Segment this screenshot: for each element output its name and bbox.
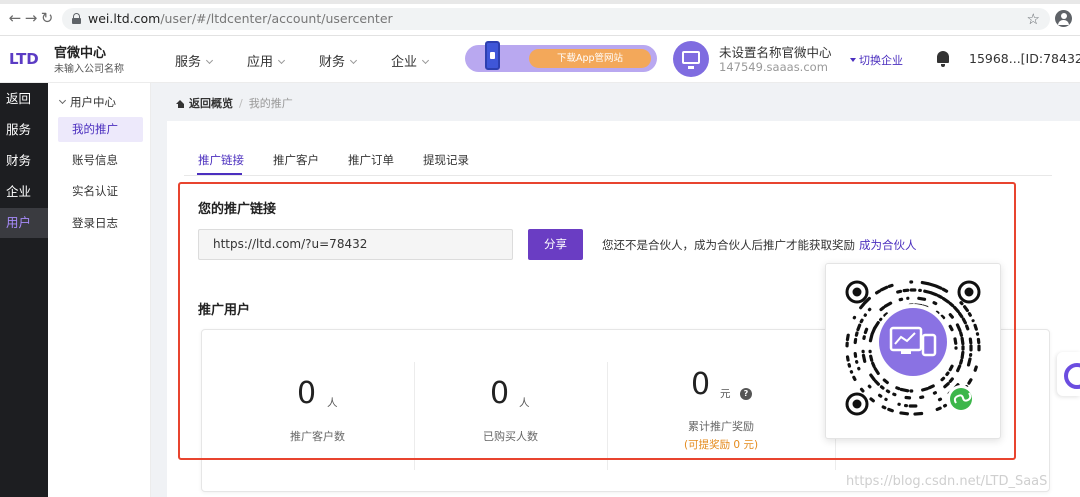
home-icon [176, 100, 185, 108]
browser-profile-icon[interactable] [1055, 10, 1072, 27]
breadcrumb-back[interactable]: 返回概览 [189, 97, 233, 110]
sub-item-login-log[interactable]: 登录日志 [58, 211, 143, 236]
sidebar-item-service[interactable]: 服务 [0, 115, 48, 145]
breadcrumb-current: 我的推广 [248, 97, 293, 110]
chevron-down-icon [205, 56, 214, 65]
org-avatar[interactable] [673, 41, 709, 77]
sub-item-real-name[interactable]: 实名认证 [58, 179, 143, 204]
watermark: https://blog.csdn.net/LTD_SaaS [846, 474, 1048, 489]
menu-enterprise[interactable]: 企业 [391, 51, 430, 70]
sub-item-my-promotion[interactable]: 我的推广 [58, 117, 143, 142]
address-bar[interactable]: wei.ltd.com/user/#/ltdcenter/account/use… [62, 8, 1050, 30]
chevron-down-icon [58, 96, 67, 105]
sidebar-item-user[interactable]: 用户 [0, 208, 48, 238]
menu-finance[interactable]: 财务 [319, 51, 358, 70]
tab-promo-customers[interactable]: 推广客户 [273, 152, 319, 168]
chevron-down-icon [421, 56, 430, 65]
phone-icon [485, 41, 500, 70]
tab-withdraw-records[interactable]: 提现记录 [423, 152, 469, 168]
menu-apps[interactable]: 应用 [247, 51, 286, 70]
lock-icon [72, 13, 81, 24]
sidebar-item-finance[interactable]: 财务 [0, 146, 48, 176]
breadcrumb-separator: / [239, 97, 243, 110]
address-url: wei.ltd.com/user/#/ltdcenter/account/use… [88, 11, 393, 26]
chevron-down-icon [349, 56, 358, 65]
sub-sidebar-group[interactable]: 用户中心 [58, 94, 116, 110]
tab-promo-link[interactable]: 推广链接 [198, 152, 244, 168]
app-header: LTD 官微中心 未输入公司名称 服务 应用 财务 企业 下载App管网站 未设… [0, 36, 1080, 83]
monitor-icon [682, 51, 700, 69]
browser-toolbar: ← → ↻ wei.ltd.com/user/#/ltdcenter/accou… [0, 0, 1080, 36]
mini-program-qr-code [845, 280, 981, 416]
customer-service-icon[interactable] [1057, 352, 1080, 396]
main-sidebar: 返回 服务 财务 企业 用户 [0, 83, 48, 497]
download-app-button[interactable]: 下载App管网站 [529, 49, 651, 68]
bookmark-star-icon[interactable]: ☆ [1027, 10, 1040, 28]
active-tab-indicator [197, 173, 242, 175]
brand-subtitle: 未输入公司名称 [54, 64, 124, 75]
menu-service[interactable]: 服务 [175, 51, 214, 70]
reload-icon[interactable]: ↻ [38, 9, 56, 27]
brand-title: 官微中心 [54, 46, 107, 61]
sidebar-item-enterprise[interactable]: 企业 [0, 177, 48, 207]
bell-icon[interactable] [936, 50, 950, 68]
ltd-logo[interactable]: LTD [9, 50, 39, 68]
tabs-divider [184, 175, 1052, 176]
browser-tab-strip [0, 0, 1080, 4]
sidebar-item-back[interactable]: 返回 [0, 84, 48, 114]
tab-promo-orders[interactable]: 推广订单 [348, 152, 394, 168]
breadcrumb: 返回概览 / 我的推广 [176, 95, 293, 111]
org-domain: 147549.saaas.com [719, 60, 828, 74]
sub-item-account-info[interactable]: 账号信息 [58, 148, 143, 173]
download-app-banner[interactable]: 下载App管网站 [465, 41, 657, 72]
account-id[interactable]: 15968...[ID:78432] [969, 51, 1080, 66]
sub-sidebar: 用户中心 我的推广 账号信息 实名认证 登录日志 [48, 83, 151, 497]
org-name: 未设置名称官微中心 [719, 45, 832, 60]
switch-org-button[interactable]: 切换企业 [850, 52, 903, 68]
chevron-down-icon [277, 56, 286, 65]
